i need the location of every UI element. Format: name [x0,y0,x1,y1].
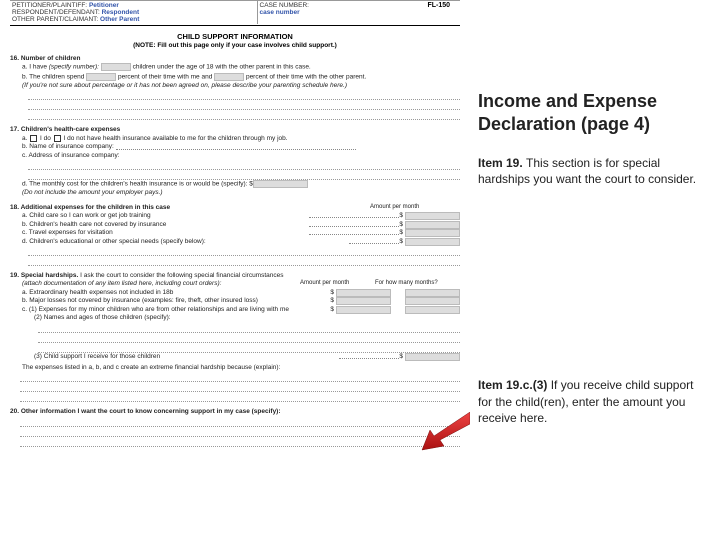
i19a-months[interactable] [405,289,460,297]
i17b-line[interactable] [116,144,356,150]
form-code: FL-150 [427,2,450,9]
petitioner-value: Petitioner [89,2,119,9]
section-note: (NOTE: Fill out this page only if your c… [10,42,460,49]
i19-footer-lines [20,374,460,402]
i19c1-months[interactable] [405,306,460,314]
i17c: c. Address of insurance company: [22,152,120,159]
petitioner-label: PETITIONER/PLAINTIFF: [12,2,87,9]
annotation-1: Item 19. This section is for special har… [478,155,702,187]
i19c3: (3) Child support I receive for those ch… [34,353,339,361]
item-16-heading: 16. Number of children [10,55,460,63]
i17a-post: have health insurance available to me fo… [87,135,288,142]
i19a: a. Extraordinary health expenses not inc… [22,289,330,297]
i19-heading-post: I ask the court to consider the followin… [80,272,283,279]
i17d-fill[interactable] [253,180,308,188]
i19-note: (attach documentation of any item listed… [22,280,300,288]
i19b: b. Major losses not covered by insurance… [22,297,330,305]
i18c-fill[interactable] [405,229,460,237]
annotation-2-bold: Item 19.c.(3) [478,378,547,392]
other-parent-value: Other Parent [100,16,139,23]
i19c3-amt[interactable] [405,353,460,361]
checkbox-idont[interactable] [54,135,61,142]
i16a-spec: (specify number): [49,64,99,71]
item-16: 16. Number of children a. I have (specif… [10,55,460,120]
item-20: 20. Other information I want the court t… [10,408,460,446]
i18d-lines [28,248,460,266]
i19-col-amt: Amount per month [300,280,375,288]
i18b-fill[interactable] [405,221,460,229]
i18d: d. Children's educational or other speci… [22,238,349,246]
i18a-fill[interactable] [405,212,460,220]
i16a-fill[interactable] [101,63,131,71]
parties-header: PETITIONER/PLAINTIFF: Petitioner RESPOND… [10,0,460,24]
other-parent-label: OTHER PARENT/CLAIMANT: [12,16,98,23]
i17a-dont: I do not [64,135,86,142]
i20-lines [20,419,460,447]
i19-col-months: For how many months? [375,280,460,288]
i18a: a. Child care so I can work or get job t… [22,212,309,220]
i16a-pre: a. I have [22,64,47,71]
i18b: b. Children's health care not covered by… [22,221,309,229]
checkbox-ido[interactable] [30,135,37,142]
i16b-post: percent of their time with the other par… [246,73,366,80]
slide-title: Income and Expense Declaration (page 4) [478,90,702,135]
annotation-1-bold: Item 19. [478,156,523,170]
annotation-2: Item 19.c.(3) If you receive child suppo… [478,377,702,426]
i18d-fill[interactable] [405,238,460,246]
i18-col-amt: Amount per month [370,204,460,212]
i19c1: c. (1) Expenses for my minor children wh… [22,306,330,314]
arrow-icon [420,412,470,452]
i19-footer: The expenses listed in a, b, and c creat… [22,364,460,372]
i16-lines [28,92,460,120]
i17b: b. Name of insurance company: [22,143,114,150]
divider [10,25,460,26]
i17a-do: I do [40,135,51,142]
i20-heading: 20. Other information I want the court t… [10,408,460,416]
i18c: c. Travel expenses for visitation [22,229,309,237]
i16b-note: (If you're not sure about percentage or … [22,82,460,90]
i17a-pre: a. [22,135,27,142]
annotation-panel: Income and Expense Declaration (page 4) … [470,0,710,436]
i19c1-amt[interactable] [336,306,391,314]
i19-heading-pre: 19. Special hardships. [10,272,78,279]
i16b-mid: percent of their time with me and [118,73,212,80]
section-title: CHILD SUPPORT INFORMATION [10,32,460,41]
i19b-amt[interactable] [336,297,391,305]
i17d-pre: d. The monthly cost for the children's h… [22,181,253,188]
i19c2-lines [38,325,460,353]
i19c2: (2) Names and ages of those children (sp… [34,314,460,322]
item-18-heading: 18. Additional expenses for the children… [10,204,370,212]
form-panel: FL-150 PETITIONER/PLAINTIFF: Petitioner … [10,0,460,540]
i16b-fill1[interactable] [86,73,116,81]
item-17: 17. Children's health-care expenses a. I… [10,126,460,198]
item-19: 19. Special hardships. I ask the court t… [10,272,460,403]
item-17-heading: 17. Children's health-care expenses [10,126,460,134]
i17d-note: (Do not include the amount your employer… [22,189,460,197]
case-number-value: case number [260,9,459,16]
i19b-months[interactable] [405,297,460,305]
i17c-lines [28,162,460,180]
item-18: 18. Additional expenses for the children… [10,204,460,266]
respondent-value: Respondent [102,9,140,16]
i19a-amt[interactable] [336,289,391,297]
respondent-label: RESPONDENT/DEFENDANT: [12,9,100,16]
i16b-pre: b. The children spend [22,73,84,80]
i16a-post: children under the age of 18 with the ot… [133,64,311,71]
i16b-fill2[interactable] [214,73,244,81]
